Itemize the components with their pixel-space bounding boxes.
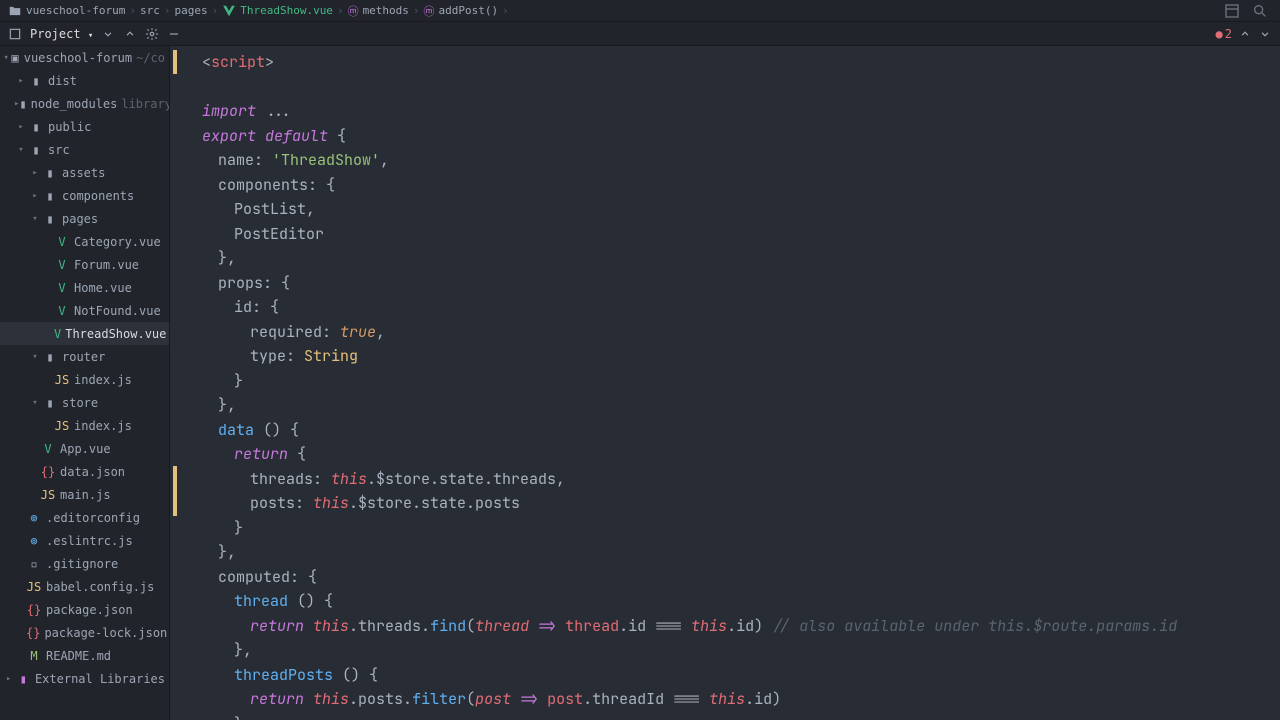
tree-file[interactable]: JSmain.js (0, 483, 169, 506)
folder-icon: ▮ (42, 396, 58, 410)
folder-icon: ▮ (28, 74, 44, 88)
code-content: <script> import ... export default { nam… (170, 46, 1280, 720)
project-icon[interactable] (8, 27, 22, 41)
folder-icon: ▮ (28, 120, 44, 134)
folder-icon: ▮ (19, 97, 26, 111)
js-icon: JS (26, 580, 42, 594)
vue-icon (222, 4, 236, 18)
folder-icon: ▮ (28, 143, 44, 157)
library-icon: ▮ (16, 672, 31, 686)
collapse-icon[interactable] (123, 27, 137, 41)
tree-file[interactable]: VApp.vue (0, 437, 169, 460)
layout-icon[interactable] (1224, 3, 1240, 19)
chevron-right-icon: › (164, 4, 171, 17)
tree-file[interactable]: ⊚.editorconfig (0, 506, 169, 529)
folder-icon: ▮ (42, 166, 58, 180)
settings-icon[interactable] (145, 27, 159, 41)
method-icon: ⓜ (348, 3, 359, 19)
vue-icon: V (54, 281, 70, 295)
change-marker (173, 50, 177, 74)
tree-file[interactable]: {}data.json (0, 460, 169, 483)
tree-file[interactable]: {}package.json (0, 598, 169, 621)
tree-file[interactable]: ⊚.eslintrc.js (0, 529, 169, 552)
project-dropdown[interactable]: Project ▾ (30, 27, 93, 41)
chevron-down-icon: ▾ (88, 31, 93, 41)
chevron-right-icon: › (413, 4, 420, 17)
js-icon: JS (54, 419, 70, 433)
expand-icon[interactable] (101, 27, 115, 41)
chevron-down-icon[interactable] (1258, 27, 1272, 41)
js-icon: JS (40, 488, 56, 502)
breadcrumb-item[interactable]: ThreadShow.vue (222, 4, 333, 18)
error-icon: ● (1216, 27, 1223, 41)
tree-file[interactable]: VForum.vue (0, 253, 169, 276)
vue-icon: V (54, 235, 70, 249)
tree-folder-dist[interactable]: ▸▮dist (0, 69, 169, 92)
breadcrumb-item[interactable]: ⓜ methods (348, 3, 409, 19)
breadcrumb-item[interactable]: ⓜ addPost() (424, 3, 499, 19)
breadcrumb-bar: vueschool-forum › src › pages › ThreadSh… (0, 0, 1280, 22)
change-marker (173, 466, 177, 516)
tree-file[interactable]: VHome.vue (0, 276, 169, 299)
code-editor[interactable]: <script> import ... export default { nam… (170, 46, 1280, 720)
tree-file[interactable]: VNotFound.vue (0, 299, 169, 322)
hide-icon[interactable] (167, 27, 181, 41)
breadcrumb-item[interactable]: pages (174, 4, 207, 17)
chevron-right-icon: › (502, 4, 509, 17)
vue-icon: V (40, 442, 56, 456)
vue-icon: V (54, 258, 70, 272)
tree-file[interactable]: JSindex.js (0, 368, 169, 391)
vue-icon: V (54, 304, 70, 318)
json-icon: {} (26, 603, 42, 617)
file-icon: ▫ (26, 557, 42, 571)
chevron-right-icon: › (337, 4, 344, 17)
tree-folder-assets[interactable]: ▸▮assets (0, 161, 169, 184)
breadcrumb-item[interactable]: src (140, 4, 160, 17)
tree-file[interactable]: MREADME.md (0, 644, 169, 667)
tree-file[interactable]: {}package-lock.json (0, 621, 169, 644)
tree-folder-pages[interactable]: ▾▮pages (0, 207, 169, 230)
error-badge[interactable]: ●2 (1216, 27, 1232, 41)
js-icon: JS (54, 373, 70, 387)
folder-icon (8, 4, 22, 18)
chevron-right-icon: › (129, 4, 136, 17)
folder-icon: ▮ (42, 350, 58, 364)
method-icon: ⓜ (424, 3, 435, 19)
tree-root[interactable]: ▾▣vueschool-forum~/co (0, 46, 169, 69)
chevron-up-icon[interactable] (1238, 27, 1252, 41)
vue-icon: V (54, 327, 61, 341)
toolbar: Project ▾ ●2 (0, 22, 1280, 46)
config-icon: ⊚ (26, 511, 42, 525)
tree-file[interactable]: VCategory.vue (0, 230, 169, 253)
tree-file-active[interactable]: VThreadShow.vue (0, 322, 169, 345)
md-icon: M (26, 649, 42, 663)
tree-folder-src[interactable]: ▾▮src (0, 138, 169, 161)
chevron-right-icon: › (212, 4, 219, 17)
tree-file[interactable]: JSindex.js (0, 414, 169, 437)
breadcrumb-item[interactable]: vueschool-forum (8, 4, 125, 18)
search-icon[interactable] (1252, 3, 1268, 19)
project-tree: ▾▣vueschool-forum~/co ▸▮dist ▸▮node_modu… (0, 46, 170, 720)
folder-icon: ▮ (42, 189, 58, 203)
tree-folder-store[interactable]: ▾▮store (0, 391, 169, 414)
tree-folder-node-modules[interactable]: ▸▮node_moduleslibrary (0, 92, 169, 115)
tree-external-libraries[interactable]: ▸▮External Libraries (0, 667, 169, 690)
config-icon: ⊚ (26, 534, 42, 548)
json-icon: {} (26, 626, 40, 640)
json-icon: {} (40, 465, 56, 479)
folder-icon: ▣ (10, 51, 19, 65)
tree-folder-router[interactable]: ▾▮router (0, 345, 169, 368)
gutter (170, 46, 180, 720)
tree-folder-public[interactable]: ▸▮public (0, 115, 169, 138)
folder-icon: ▮ (42, 212, 58, 226)
tree-file[interactable]: JSbabel.config.js (0, 575, 169, 598)
tree-folder-components[interactable]: ▸▮components (0, 184, 169, 207)
tree-file[interactable]: ▫.gitignore (0, 552, 169, 575)
